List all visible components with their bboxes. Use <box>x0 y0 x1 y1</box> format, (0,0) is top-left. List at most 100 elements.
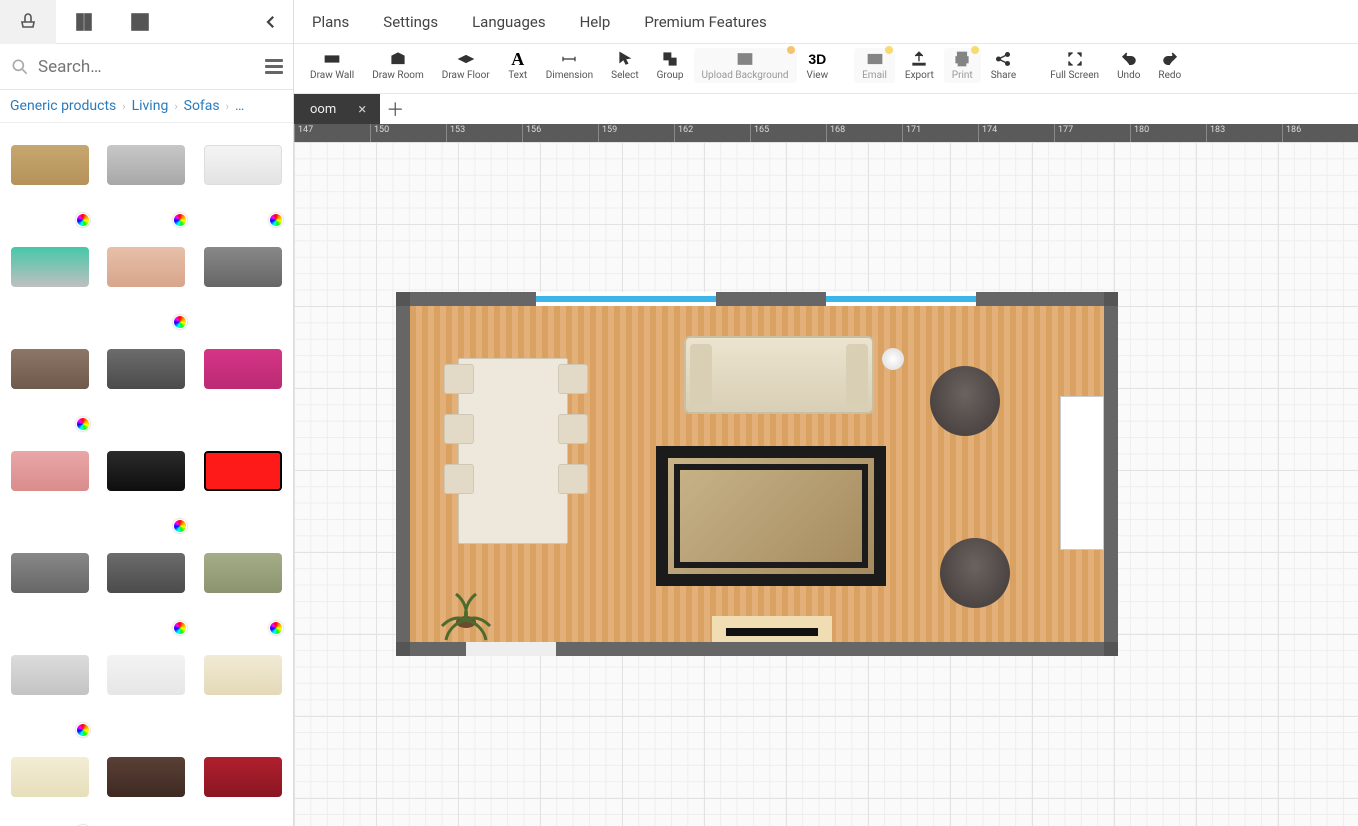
furniture-chair[interactable] <box>444 414 474 444</box>
ruler-horizontal: 147150 153156 159162 165168 171174 17718… <box>294 124 1358 142</box>
catalog-item[interactable] <box>100 439 192 535</box>
tool-draw-floor[interactable]: Draw Floor <box>434 48 498 83</box>
tool-3d[interactable]: 3DView <box>799 48 837 83</box>
catalog-item[interactable] <box>4 235 96 331</box>
furniture-chair[interactable] <box>558 414 588 444</box>
furniture-chair[interactable] <box>444 364 474 394</box>
catalog-item[interactable] <box>100 337 192 433</box>
tab-bar: oom × ＋ <box>294 94 1358 124</box>
sofa-thumbnail <box>204 451 282 491</box>
catalog-item[interactable] <box>100 541 192 637</box>
tool-share[interactable]: Share <box>983 48 1024 83</box>
furniture-chair[interactable] <box>558 464 588 494</box>
furniture-plant[interactable] <box>434 582 498 646</box>
tool-upload-background: Upload Background <box>694 48 797 83</box>
color-wheel-icon[interactable] <box>269 621 283 635</box>
tool-undo[interactable]: Undo <box>1109 48 1148 83</box>
tool-fullscreen[interactable]: Full Screen <box>1042 48 1107 83</box>
furniture-tv[interactable] <box>726 628 818 636</box>
furniture-floor-lamp[interactable] <box>882 348 904 370</box>
catalog-item[interactable] <box>100 745 192 826</box>
tool-draw-room[interactable]: Draw Room <box>364 48 432 83</box>
catalog-item[interactable] <box>4 337 96 433</box>
color-wheel-icon[interactable] <box>76 417 90 431</box>
color-wheel-icon[interactable] <box>173 315 187 329</box>
catalog-item[interactable] <box>4 541 96 637</box>
sofa-thumbnail <box>204 553 282 593</box>
menu-plans[interactable]: Plans <box>312 13 349 31</box>
catalog-item[interactable] <box>197 541 289 637</box>
toolbar: Draw Wall Draw Room Draw Floor AText Dim… <box>294 44 1358 94</box>
tab-add[interactable]: ＋ <box>380 94 410 124</box>
catalog-item[interactable] <box>197 133 289 229</box>
sofa-thumbnail <box>107 247 185 287</box>
mode-furniture[interactable] <box>0 0 56 44</box>
color-wheel-icon[interactable] <box>173 213 187 227</box>
furniture-rug[interactable] <box>656 446 886 586</box>
tool-export[interactable]: Export <box>897 48 942 83</box>
catalog-item[interactable] <box>4 643 96 739</box>
window[interactable] <box>826 292 976 306</box>
color-wheel-icon[interactable] <box>173 519 187 533</box>
tab-title: oom <box>310 102 336 117</box>
catalog-item[interactable] <box>197 439 289 535</box>
sofa-thumbnail <box>11 655 89 695</box>
tool-draw-wall[interactable]: Draw Wall <box>302 48 362 83</box>
menu-premium[interactable]: Premium Features <box>644 13 766 31</box>
sidebar-collapse[interactable] <box>249 0 293 44</box>
crumb-generic[interactable]: Generic products <box>10 98 116 114</box>
room[interactable] <box>396 292 1118 656</box>
menu-settings[interactable]: Settings <box>383 13 438 31</box>
menu-languages[interactable]: Languages <box>472 13 546 31</box>
catalog-item[interactable] <box>100 235 192 331</box>
search-icon <box>10 57 30 77</box>
catalog-item[interactable] <box>4 745 96 826</box>
furniture-armchair[interactable] <box>930 366 1000 436</box>
tool-redo[interactable]: Redo <box>1150 48 1189 83</box>
catalog-item[interactable] <box>197 643 289 739</box>
catalog-item[interactable] <box>100 643 192 739</box>
furniture-chair[interactable] <box>558 364 588 394</box>
color-wheel-icon[interactable] <box>76 723 90 737</box>
canvas[interactable] <box>294 142 1358 826</box>
furniture-tv-unit[interactable] <box>1060 396 1104 550</box>
crumb-more[interactable]: … <box>235 98 244 114</box>
sidebar: Generic products› Living› Sofas› … <box>0 0 294 826</box>
crumb-sofas[interactable]: Sofas <box>184 98 220 114</box>
tool-print: Print <box>944 48 981 83</box>
tool-select[interactable]: Select <box>603 48 646 83</box>
search-input[interactable] <box>38 57 265 77</box>
furniture-armchair[interactable] <box>940 538 1010 608</box>
sofa-thumbnail <box>107 145 185 185</box>
crumb-living[interactable]: Living <box>132 98 169 114</box>
catalog-item[interactable] <box>4 439 96 535</box>
tab-close-icon[interactable]: × <box>358 100 366 118</box>
color-wheel-icon[interactable] <box>269 213 283 227</box>
color-wheel-icon[interactable] <box>76 213 90 227</box>
tab-room[interactable]: oom × <box>294 94 380 124</box>
tool-email: Email <box>854 48 895 83</box>
menu-help[interactable]: Help <box>580 13 611 31</box>
catalog-item[interactable] <box>197 235 289 331</box>
catalog-menu-icon[interactable] <box>265 56 283 77</box>
color-wheel-icon[interactable] <box>173 621 187 635</box>
sofa-thumbnail <box>107 349 185 389</box>
catalog-item[interactable] <box>100 133 192 229</box>
menubar: Plans Settings Languages Help Premium Fe… <box>294 0 1358 44</box>
tool-group[interactable]: Group <box>649 48 692 83</box>
window[interactable] <box>536 292 716 306</box>
tool-dimension[interactable]: Dimension <box>538 48 601 83</box>
tool-text[interactable]: AText <box>500 48 536 83</box>
furniture-dining-table[interactable] <box>458 358 568 544</box>
mode-floorplan[interactable] <box>112 0 168 44</box>
furniture-sofa[interactable] <box>684 336 874 414</box>
sofa-thumbnail <box>11 757 89 797</box>
catalog-item[interactable] <box>4 133 96 229</box>
catalog-item[interactable] <box>197 745 289 826</box>
catalog-item[interactable] <box>197 337 289 433</box>
catalog-grid <box>0 123 293 826</box>
furniture-chair[interactable] <box>444 464 474 494</box>
sofa-thumbnail <box>204 757 282 797</box>
sofa-thumbnail <box>107 553 185 593</box>
mode-doors[interactable] <box>56 0 112 44</box>
